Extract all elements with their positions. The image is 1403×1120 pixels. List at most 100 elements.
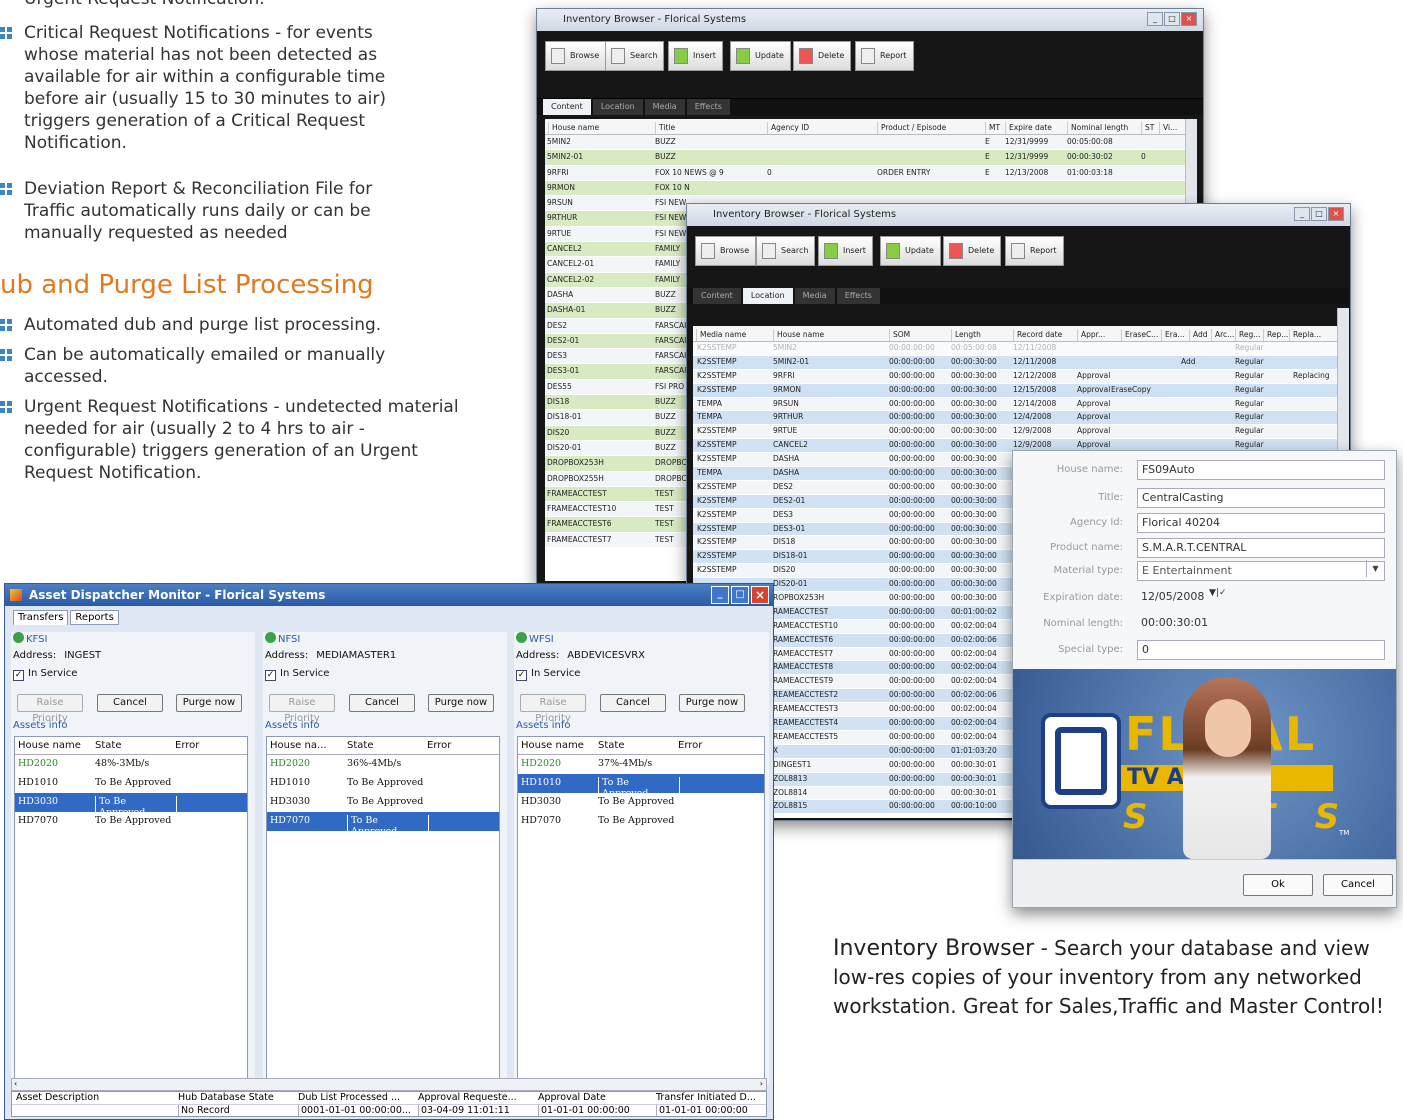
table-row[interactable]: K2SSTEMP 5MIN2 00:00:00:00 00:05:00:08 12/11… xyxy=(693,342,1337,356)
report-button[interactable]: Report xyxy=(1005,236,1064,266)
checkmark-icon: ✓ xyxy=(516,670,527,681)
tab-content[interactable]: Content xyxy=(693,288,741,304)
asset-row[interactable]: HD1010 To Be Approved xyxy=(267,774,499,793)
bullet-icon xyxy=(0,349,12,361)
tab-content[interactable]: Content xyxy=(543,99,591,115)
update-button[interactable]: Update xyxy=(880,236,941,266)
cancel-button[interactable]: Cancel xyxy=(600,694,666,712)
tab-reports[interactable]: Reports xyxy=(70,610,119,625)
asset-row[interactable]: HD3030 To Be Approved xyxy=(267,793,499,812)
assets-info-label: Assets info xyxy=(13,720,68,731)
close-icon[interactable]: × xyxy=(1328,207,1344,221)
field-nominallength[interactable]: 00:00:30:01 xyxy=(1137,614,1385,634)
column-header: Era... xyxy=(1161,329,1185,341)
insert-button[interactable]: Insert xyxy=(818,236,873,266)
asset-row[interactable]: HD3030 To Be Approved xyxy=(15,793,247,818)
cancel-button[interactable]: Cancel xyxy=(1323,874,1393,896)
asset-row[interactable]: HD3030 To Be Approved xyxy=(518,793,764,812)
asset-state: 48%-3Mb/s xyxy=(95,758,150,769)
table-row[interactable]: 9RFRI FOX 10 NEWS @ 9 0 ORDER ENTRY E 12/13/2… xyxy=(545,165,1185,181)
browse-button[interactable]: Browse xyxy=(545,41,607,71)
table-row[interactable]: TEMPA 9RTHUR 00:00:00:00 00:00:30:00 12/4/20… xyxy=(693,411,1337,426)
asset-row[interactable]: HD2020 37%-4Mb/s xyxy=(518,755,764,774)
table-cell: BUZZ xyxy=(655,442,676,452)
raise-priority-button[interactable]: Raise Priority xyxy=(269,694,335,724)
purge-now-button[interactable]: Purge now xyxy=(428,694,494,712)
address-value: MEDIAMASTER1 xyxy=(316,650,397,661)
raise-priority-button[interactable]: Raise Priority xyxy=(520,694,586,724)
delete-button[interactable]: Delete xyxy=(943,236,1002,266)
update-button[interactable]: Update xyxy=(730,41,791,71)
table-row[interactable]: 9RMON FOX 10 N xyxy=(545,180,1185,197)
minimize-icon[interactable]: _ xyxy=(711,586,729,604)
search-icon xyxy=(762,243,776,259)
table-cell: 01:00:03:18 xyxy=(1067,167,1113,177)
maximize-icon[interactable]: □ xyxy=(731,586,749,604)
browse-button[interactable]: Browse xyxy=(695,236,757,266)
field-agencyid[interactable]: Florical 40204 xyxy=(1137,513,1385,533)
close-icon[interactable]: × xyxy=(751,586,769,604)
table-cell: K2SSTEMP xyxy=(697,565,737,575)
search-button[interactable]: Search xyxy=(756,236,816,266)
scroll-right-icon[interactable]: › xyxy=(760,1079,763,1088)
asset-row[interactable]: HD1010 To Be Approved xyxy=(15,774,247,793)
in-service-checkbox[interactable]: ✓ In Service xyxy=(265,668,329,681)
checkmark-icon: ✓ xyxy=(265,670,276,681)
field-materialtype[interactable]: E Entertainment xyxy=(1137,561,1385,581)
table-row[interactable]: TEMPA 9RSUN 00:00:00:00 00:00:30:00 12/14/20… xyxy=(693,397,1337,412)
field-housename[interactable]: FS09Auto xyxy=(1137,460,1385,480)
window-title: Inventory Browser - Florical Systems xyxy=(563,14,747,25)
table-row[interactable]: K2SSTEMP 9RFRI 00:00:00:00 00:00:30:00 12/12… xyxy=(693,369,1337,384)
tab-location[interactable]: Location xyxy=(742,288,793,304)
in-service-checkbox[interactable]: ✓ In Service xyxy=(13,668,77,681)
table-row[interactable]: K2SSTEMP 9RMON 00:00:00:00 00:00:30:00 12/15… xyxy=(693,383,1337,398)
calendar-picker-icon[interactable]: ▼|✓ xyxy=(1209,588,1227,598)
minimize-icon[interactable]: _ xyxy=(1294,207,1310,221)
scroll-left-icon[interactable]: ‹ xyxy=(14,1079,17,1088)
field-specialtype[interactable]: 0 xyxy=(1137,640,1385,660)
field-title[interactable]: CentralCasting xyxy=(1137,488,1385,508)
delete-button[interactable]: Delete xyxy=(793,41,852,71)
dropdown-arrow-icon[interactable]: ▼ xyxy=(1366,560,1384,577)
raise-priority-button[interactable]: Raise Priority xyxy=(17,694,83,724)
ok-button[interactable]: Ok xyxy=(1243,874,1313,896)
asset-row[interactable]: HD7070 To Be Approved xyxy=(15,812,247,831)
asset-row[interactable]: HD1010 To Be Approved xyxy=(518,774,764,799)
horizontal-scrollbar[interactable]: ‹ › xyxy=(11,1078,767,1091)
table-row[interactable]: 5MIN2 BUZZ E 12/31/9999 00:05:00:08 xyxy=(545,135,1185,151)
asset-row[interactable]: HD2020 48%-3Mb/s xyxy=(15,755,247,774)
tab-media[interactable]: Media xyxy=(794,288,835,304)
search-button[interactable]: Search xyxy=(605,41,665,71)
dialog-footer: Ok Cancel xyxy=(1013,859,1396,907)
tab-effects[interactable]: Effects xyxy=(836,288,880,304)
summary-column-header: Asset Description xyxy=(16,1092,100,1103)
asset-house-name: HD2020 xyxy=(270,758,311,769)
table-cell: K2SSTEMP xyxy=(697,356,737,366)
table-cell: 00:00:00:00 xyxy=(889,745,935,755)
table-row[interactable]: K2SSTEMP 5MIN2-01 00:00:00:00 00:00:30:00 12… xyxy=(693,355,1337,370)
purge-now-button[interactable]: Purge now xyxy=(679,694,745,712)
purge-now-button[interactable]: Purge now xyxy=(176,694,242,712)
in-service-checkbox[interactable]: ✓ In Service xyxy=(516,668,580,681)
close-icon[interactable]: × xyxy=(1181,12,1197,26)
tab-media[interactable]: Media xyxy=(644,99,685,115)
minimize-icon[interactable]: _ xyxy=(1147,12,1163,26)
asset-row[interactable]: HD7070 To Be Approved xyxy=(267,812,499,837)
cancel-button[interactable]: Cancel xyxy=(349,694,415,712)
tab-effects[interactable]: Effects xyxy=(686,99,730,115)
cancel-button[interactable]: Cancel xyxy=(97,694,163,712)
table-row[interactable]: 5MIN2-01 BUZZ E 12/31/9999 00:00:30:02 0 xyxy=(545,150,1185,166)
field-expirationdate[interactable]: 12/05/2008 xyxy=(1137,588,1217,608)
tab-location[interactable]: Location xyxy=(592,99,643,115)
asset-row[interactable]: HD2020 36%-4Mb/s xyxy=(267,755,499,774)
maximize-icon[interactable]: □ xyxy=(1164,12,1180,26)
asset-row[interactable]: HD7070 To Be Approved xyxy=(518,812,764,831)
field-productname[interactable]: S.M.A.R.T.CENTRAL xyxy=(1137,538,1385,558)
table-row[interactable]: K2SSTEMP 9RTUE 00:00:00:00 00:00:30:00 12/9/… xyxy=(693,425,1337,440)
maximize-icon[interactable]: □ xyxy=(1311,207,1327,221)
tab-transfers[interactable]: Transfers xyxy=(13,610,69,625)
table-cell: 00:02:00:04 xyxy=(951,620,997,630)
table-cell: 00:02:00:04 xyxy=(951,718,997,728)
report-button[interactable]: Report xyxy=(855,41,914,71)
insert-button[interactable]: Insert xyxy=(668,41,723,71)
